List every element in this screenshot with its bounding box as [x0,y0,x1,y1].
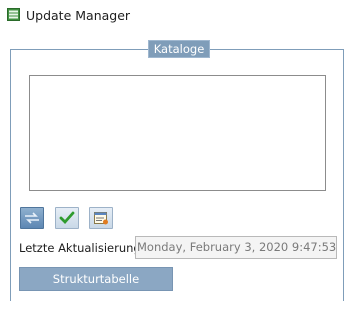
catalogs-legend: Kataloge [148,40,210,58]
catalogs-group: Kataloge Letzte Aktualisierung Monday, F… [10,40,344,308]
last-update-field[interactable]: Monday, February 3, 2020 9:47:53 AM [135,236,337,259]
catalog-list[interactable] [29,75,326,191]
properties-button[interactable] [89,207,113,229]
transfer-button[interactable] [20,207,44,229]
last-update-label: Letzte Aktualisierung [19,241,141,255]
confirm-button[interactable] [55,207,79,229]
update-structure-table-button[interactable]: Strukturtabelle aktualisieren [19,267,173,308]
title-bar: Update Manager [0,0,350,32]
spreadsheet-icon [7,8,20,21]
window-title: Update Manager [26,8,131,23]
